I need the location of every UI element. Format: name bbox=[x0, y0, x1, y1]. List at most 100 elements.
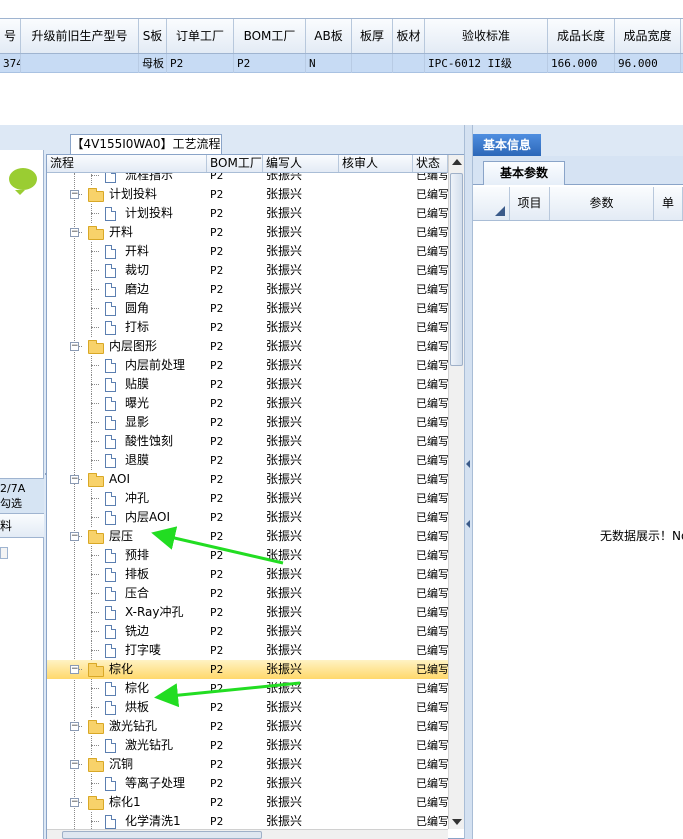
tree-cell-name: 贴膜 bbox=[125, 377, 150, 391]
tree-step-row[interactable]: 曝光 P2 张振兴 已编写 bbox=[47, 394, 448, 413]
top-col-header-1[interactable]: 升级前旧生产型号 bbox=[21, 19, 139, 53]
params-col-header-1[interactable]: 项目 bbox=[510, 187, 550, 220]
tree-cell-name: 棕化1 bbox=[109, 795, 141, 809]
tree-step-row[interactable]: 圆角 P2 张振兴 已编写 bbox=[47, 299, 448, 318]
top-col-header-6[interactable]: 板厚 bbox=[352, 19, 393, 53]
params-col-header-2[interactable]: 参数 bbox=[550, 187, 654, 220]
collapse-node-icon[interactable]: − bbox=[70, 665, 79, 674]
tree-step-row[interactable]: 化学清洗1 P2 张振兴 已编写 bbox=[47, 812, 448, 829]
process-flow-tab[interactable]: 【4V155I0WA0】工艺流程 bbox=[70, 134, 222, 154]
tree-cell-reviewer bbox=[342, 660, 412, 679]
tree-step-row[interactable]: 显影 P2 张振兴 已编写 bbox=[47, 413, 448, 432]
top-col-header-4[interactable]: BOM工厂 bbox=[234, 19, 306, 53]
tree-cell-name: 流程指示 bbox=[125, 173, 174, 182]
tree-cell-name: 烘板 bbox=[125, 700, 150, 714]
collapse-node-icon[interactable]: − bbox=[70, 190, 79, 199]
tree-step-row[interactable]: 内层前处理 P2 张振兴 已编写 bbox=[47, 356, 448, 375]
tree-step-row[interactable]: 打标 P2 张振兴 已编写 bbox=[47, 318, 448, 337]
top-col-header-3[interactable]: 订单工厂 bbox=[167, 19, 234, 53]
tree-group-row[interactable]: − 沉铜 P2 张振兴 已编写 bbox=[47, 755, 448, 774]
scroll-down-icon[interactable] bbox=[452, 819, 462, 825]
tree-step-row[interactable]: 酸性蚀刻 P2 张振兴 已编写 bbox=[47, 432, 448, 451]
document-icon bbox=[105, 245, 116, 259]
collapse-node-icon[interactable]: − bbox=[70, 228, 79, 237]
tree-step-row[interactable]: 预排 P2 张振兴 已编写 bbox=[47, 546, 448, 565]
tree-col-header-2[interactable]: 编写人 bbox=[263, 155, 339, 172]
top-col-header-8[interactable]: 验收标准 bbox=[425, 19, 548, 53]
tree-cell-bom: P2 bbox=[210, 625, 224, 638]
tree-step-row[interactable]: 磨边 P2 张振兴 已编写 bbox=[47, 280, 448, 299]
tree-col-header-1[interactable]: BOM工厂 bbox=[207, 155, 263, 172]
tree-col-header-4[interactable]: 状态 bbox=[413, 155, 448, 172]
tree-step-row[interactable]: 内层AOI P2 张振兴 已编写 bbox=[47, 508, 448, 527]
panel-splitter[interactable] bbox=[464, 125, 473, 839]
collapse-node-icon[interactable]: − bbox=[70, 798, 79, 807]
tree-step-row[interactable]: 棕化 P2 张振兴 已编写 bbox=[47, 679, 448, 698]
tree-group-row[interactable]: − 层压 P2 张振兴 已编写 bbox=[47, 527, 448, 546]
tree-cell-bom: P2 bbox=[210, 283, 224, 296]
tree-step-row[interactable]: 裁切 P2 张振兴 已编写 bbox=[47, 261, 448, 280]
tree-step-row[interactable]: 开料 P2 张振兴 已编写 bbox=[47, 242, 448, 261]
tree-col-header-3[interactable]: 核审人 bbox=[339, 155, 413, 172]
tree-step-row[interactable]: 流程指示 P2 张振兴 已编写 bbox=[47, 173, 448, 185]
top-col-header-7[interactable]: 板材 bbox=[393, 19, 425, 53]
tree-group-row[interactable]: − 计划投料 P2 张振兴 已编写 bbox=[47, 185, 448, 204]
tree-cell-status: 已编写 bbox=[416, 302, 448, 315]
top-col-header-5[interactable]: AB板 bbox=[306, 19, 352, 53]
tree-step-row[interactable]: 烘板 P2 张振兴 已编写 bbox=[47, 698, 448, 717]
top-col-header-10[interactable]: 成品宽度 bbox=[615, 19, 681, 53]
left-panel-checkbox[interactable] bbox=[0, 547, 8, 559]
tree-cell-status: 已编写 bbox=[416, 321, 448, 334]
top-col-header-0[interactable]: 号 bbox=[0, 19, 21, 53]
params-col-header-0[interactable] bbox=[473, 187, 510, 220]
collapse-right-icon-2[interactable] bbox=[466, 520, 470, 528]
collapse-node-icon[interactable]: − bbox=[70, 760, 79, 769]
tree-step-row[interactable]: 计划投料 P2 张振兴 已编写 bbox=[47, 204, 448, 223]
tree-step-row[interactable]: 贴膜 P2 张振兴 已编写 bbox=[47, 375, 448, 394]
tree-group-row[interactable]: − 棕化 P2 张振兴 已编写 bbox=[47, 660, 448, 679]
collapse-node-icon[interactable]: − bbox=[70, 475, 79, 484]
tree-col-header-0[interactable]: 流程 bbox=[47, 155, 207, 172]
basic-info-tab[interactable]: 基本信息 bbox=[473, 134, 541, 156]
tree-branch-line bbox=[91, 517, 99, 518]
tree-cell-reviewer bbox=[342, 793, 412, 812]
tree-cell-name: 激光钻孔 bbox=[125, 738, 174, 752]
tree-step-row[interactable]: 激光钻孔 P2 张振兴 已编写 bbox=[47, 736, 448, 755]
tree-horizontal-scroll-thumb[interactable] bbox=[62, 831, 262, 839]
tree-step-row[interactable]: 打字唛 P2 张振兴 已编写 bbox=[47, 641, 448, 660]
collapse-node-icon[interactable]: − bbox=[70, 342, 79, 351]
tree-cell-bom: P2 bbox=[210, 173, 224, 182]
top-col-header-2[interactable]: S板 bbox=[139, 19, 167, 53]
document-icon bbox=[105, 549, 116, 563]
tree-group-row[interactable]: − 激光钻孔 P2 张振兴 已编写 bbox=[47, 717, 448, 736]
tree-step-row[interactable]: 排板 P2 张振兴 已编写 bbox=[47, 565, 448, 584]
document-icon bbox=[105, 568, 116, 582]
tree-group-row[interactable]: − 开料 P2 张振兴 已编写 bbox=[47, 223, 448, 242]
tree-step-row[interactable]: 压合 P2 张振兴 已编写 bbox=[47, 584, 448, 603]
tree-group-row[interactable]: − 棕化1 P2 张振兴 已编写 bbox=[47, 793, 448, 812]
tree-step-row[interactable]: 冲孔 P2 张振兴 已编写 bbox=[47, 489, 448, 508]
params-col-header-3[interactable]: 单 bbox=[654, 187, 683, 220]
top-col-header-9[interactable]: 成品长度 bbox=[548, 19, 615, 53]
collapse-right-icon[interactable] bbox=[466, 460, 470, 468]
tree-step-row[interactable]: 等离子处理 P2 张振兴 已编写 bbox=[47, 774, 448, 793]
tree-cell-bom: P2 bbox=[210, 397, 224, 410]
top-grid-row[interactable]: 374 母板 P2 P2 N IPC-6012 II级 166.000 96.000 bbox=[0, 54, 683, 73]
tree-cell-writer: 张振兴 bbox=[266, 776, 303, 790]
tree-cell-name: 内层前处理 bbox=[125, 358, 186, 372]
tree-cell-bom: P2 bbox=[210, 815, 224, 828]
tree-step-row[interactable]: 铣边 P2 张振兴 已编写 bbox=[47, 622, 448, 641]
collapse-node-icon[interactable]: − bbox=[70, 532, 79, 541]
left-panel-tab[interactable]: 2/7A 勾选 bbox=[0, 478, 44, 514]
collapse-node-icon[interactable]: − bbox=[70, 722, 79, 731]
tree-cell-writer: 张振兴 bbox=[266, 206, 303, 220]
tree-group-row[interactable]: − AOI P2 张振兴 已编写 bbox=[47, 470, 448, 489]
tree-vertical-scroll-thumb[interactable] bbox=[450, 173, 463, 366]
tree-cell-writer: 张振兴 bbox=[266, 377, 303, 391]
scroll-up-icon[interactable] bbox=[452, 159, 462, 165]
basic-params-tab[interactable]: 基本参数 bbox=[483, 161, 565, 185]
tree-step-row[interactable]: 退膜 P2 张振兴 已编写 bbox=[47, 451, 448, 470]
tree-group-row[interactable]: − 内层图形 P2 张振兴 已编写 bbox=[47, 337, 448, 356]
tree-step-row[interactable]: X-Ray冲孔 P2 张振兴 已编写 bbox=[47, 603, 448, 622]
comment-icon[interactable] bbox=[9, 168, 37, 195]
